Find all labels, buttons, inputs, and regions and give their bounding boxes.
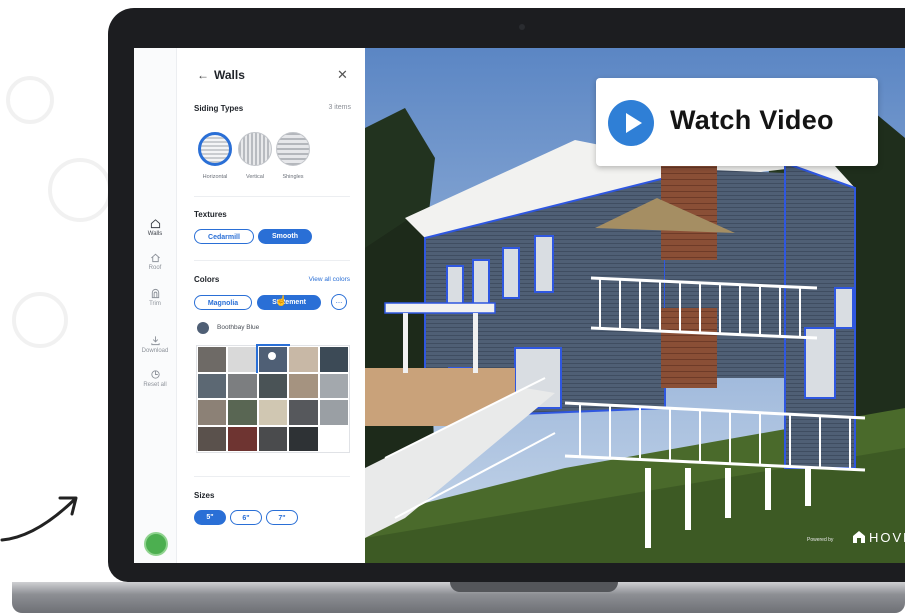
play-icon bbox=[608, 100, 654, 146]
color-swatch[interactable] bbox=[318, 399, 349, 426]
hover-logo-icon bbox=[852, 530, 866, 544]
selected-color-indicator bbox=[268, 352, 276, 360]
color-swatch[interactable] bbox=[197, 346, 228, 373]
color-statement-button[interactable]: Statement bbox=[257, 295, 321, 310]
rail-item-reset[interactable]: Reset all bbox=[134, 369, 176, 388]
color-swatch[interactable] bbox=[227, 425, 258, 452]
current-color-swatch bbox=[197, 322, 209, 334]
color-palette-grid bbox=[196, 344, 350, 453]
color-swatch[interactable] bbox=[318, 425, 349, 452]
color-swatch[interactable] bbox=[288, 372, 319, 399]
color-swatch[interactable] bbox=[257, 399, 289, 426]
siding-types-title: Siding Types bbox=[194, 104, 244, 113]
panel-title: Walls bbox=[214, 68, 245, 82]
siding-vertical-swatch[interactable] bbox=[238, 132, 272, 166]
color-swatch[interactable] bbox=[197, 372, 228, 399]
arch-icon bbox=[151, 288, 159, 299]
rail-item-label: Roof bbox=[148, 265, 162, 271]
roof-icon bbox=[150, 253, 160, 263]
current-color-label: Boothbay Blue bbox=[217, 324, 260, 331]
walls-panel: ← Walls ✕ Siding Types 3 items Horizonta… bbox=[177, 48, 365, 563]
avatar[interactable] bbox=[144, 532, 168, 556]
color-swatch[interactable] bbox=[288, 425, 319, 452]
siding-shingles-swatch[interactable] bbox=[276, 132, 310, 166]
color-swatch[interactable] bbox=[257, 425, 289, 452]
size-7-button[interactable]: 7" bbox=[266, 510, 298, 525]
size-6-button[interactable]: 6" bbox=[230, 510, 262, 525]
siding-horizontal-label: Horizontal bbox=[202, 174, 228, 180]
tool-rail: Walls Roof Trim Download Reset all bbox=[134, 48, 177, 563]
arrow-doodle-icon bbox=[0, 496, 78, 542]
color-swatch[interactable] bbox=[288, 399, 319, 426]
watch-video-button[interactable]: Watch Video bbox=[596, 78, 878, 166]
color-swatch[interactable] bbox=[288, 346, 319, 373]
colors-title: Colors bbox=[194, 275, 220, 284]
color-swatch[interactable] bbox=[318, 372, 349, 399]
close-icon[interactable]: ✕ bbox=[337, 67, 348, 83]
color-swatch[interactable] bbox=[227, 346, 258, 373]
rail-item-label: Walls bbox=[147, 231, 163, 237]
back-arrow-icon[interactable]: ← bbox=[197, 68, 209, 82]
hover-brand-name: HOVER bbox=[869, 530, 905, 545]
texture-smooth-button[interactable]: Smooth bbox=[258, 229, 312, 244]
divider bbox=[194, 476, 350, 477]
reset-icon bbox=[150, 370, 160, 379]
house-icon bbox=[150, 219, 160, 229]
download-icon bbox=[150, 336, 160, 346]
siding-horizontal-swatch[interactable] bbox=[198, 132, 232, 166]
rail-item-roof[interactable]: Roof bbox=[134, 252, 176, 271]
divider bbox=[194, 260, 350, 261]
siding-count: 3 items bbox=[328, 104, 351, 111]
divider bbox=[194, 196, 350, 197]
rail-item-trim[interactable]: Trim bbox=[134, 288, 176, 307]
color-swatch[interactable] bbox=[318, 346, 349, 373]
more-colors-button[interactable]: ... bbox=[331, 294, 347, 310]
color-magnolia-button[interactable]: Magnolia bbox=[194, 295, 252, 310]
color-swatch[interactable] bbox=[197, 399, 228, 426]
siding-shingles-label: Shingles bbox=[282, 174, 304, 180]
rail-item-walls[interactable]: Walls bbox=[134, 218, 176, 237]
size-5-button[interactable]: 5" bbox=[194, 510, 226, 525]
laptop-screen: Walls Roof Trim Download Reset all ← Wal… bbox=[134, 48, 905, 563]
color-swatch[interactable] bbox=[227, 399, 258, 426]
rail-item-label: Download bbox=[141, 348, 169, 354]
color-swatch[interactable] bbox=[197, 425, 228, 452]
color-swatch[interactable] bbox=[227, 372, 258, 399]
sizes-title: Sizes bbox=[194, 491, 215, 500]
siding-vertical-label: Vertical bbox=[245, 174, 265, 180]
camera bbox=[519, 24, 525, 30]
laptop-notch bbox=[450, 582, 618, 592]
watch-video-label: Watch Video bbox=[670, 105, 834, 135]
color-swatch[interactable] bbox=[257, 372, 289, 399]
rail-item-label: Reset all bbox=[143, 382, 167, 388]
powered-by-label: Powered by bbox=[807, 537, 834, 543]
texture-cedarmill-button[interactable]: Cedarmill bbox=[194, 229, 254, 244]
textures-title: Textures bbox=[194, 210, 227, 219]
view-all-colors-link[interactable]: View all colors bbox=[309, 276, 350, 283]
pointer-cursor-icon: ☝ bbox=[275, 296, 288, 307]
background-doodle bbox=[6, 76, 112, 348]
rail-item-download[interactable]: Download bbox=[134, 335, 176, 354]
rail-item-label: Trim bbox=[149, 301, 161, 307]
